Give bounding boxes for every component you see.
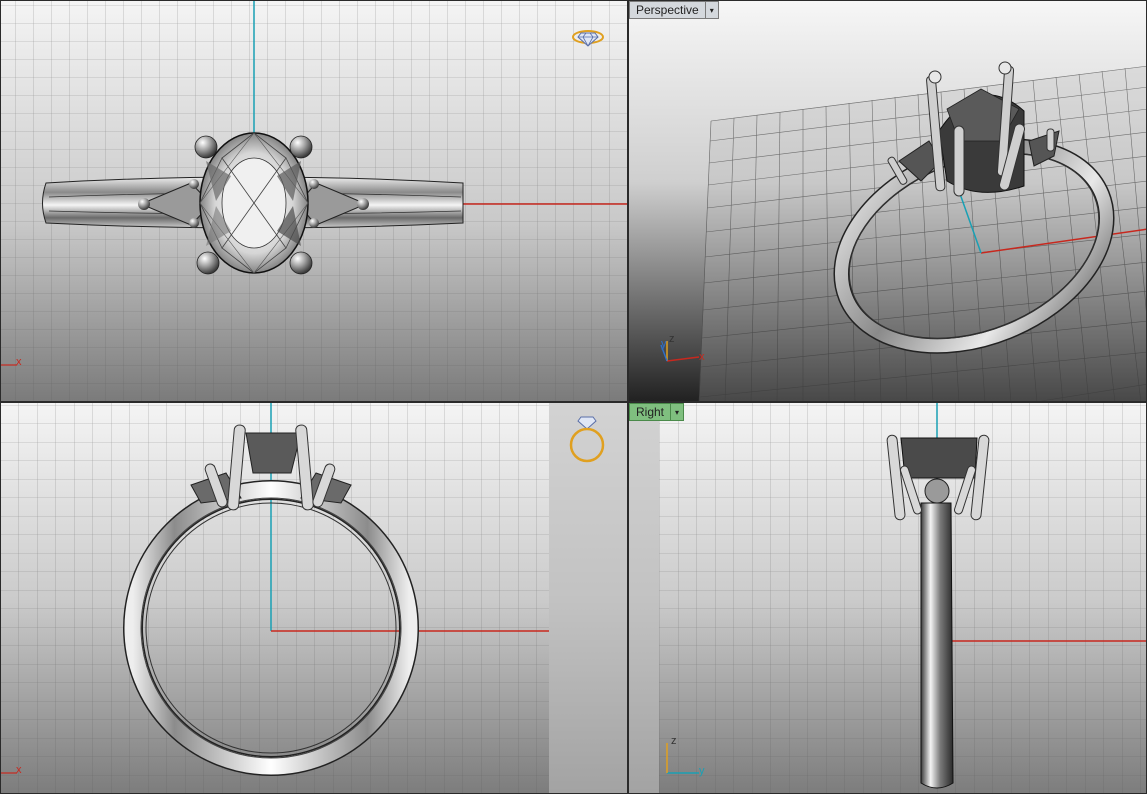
viewport-title-perspective[interactable]: Perspective (629, 1, 706, 19)
viewport-perspective[interactable]: Perspective ▾ z y x (628, 0, 1147, 402)
y-axis-label: y (661, 338, 667, 350)
front-center-stone (245, 432, 302, 474)
ring-icon[interactable] (567, 413, 607, 463)
viewport-right[interactable]: Right ▾ z y (628, 402, 1147, 794)
right-view-canvas (629, 403, 1146, 793)
viewport-menu-arrow-right[interactable]: ▾ (671, 403, 685, 421)
right-ring-shank (920, 502, 954, 789)
gem-icon[interactable] (571, 27, 605, 47)
viewport-front[interactable]: x (0, 402, 628, 794)
viewport-title-right[interactable]: Right (629, 403, 672, 421)
x-axis-label: x (16, 764, 22, 776)
y-axis-label: y (699, 765, 705, 777)
x-axis-label: x (16, 356, 22, 368)
viewport-top[interactable]: x (0, 0, 628, 402)
x-axis-label: x (699, 351, 705, 363)
z-axis-label: z (669, 333, 675, 345)
right-center-stone (900, 437, 978, 479)
viewport-menu-arrow-perspective[interactable]: ▾ (705, 1, 719, 19)
top-view-canvas (1, 1, 627, 401)
perspective-view-canvas (629, 1, 1146, 401)
z-axis-label: z (671, 735, 677, 747)
front-view-canvas (1, 403, 627, 793)
